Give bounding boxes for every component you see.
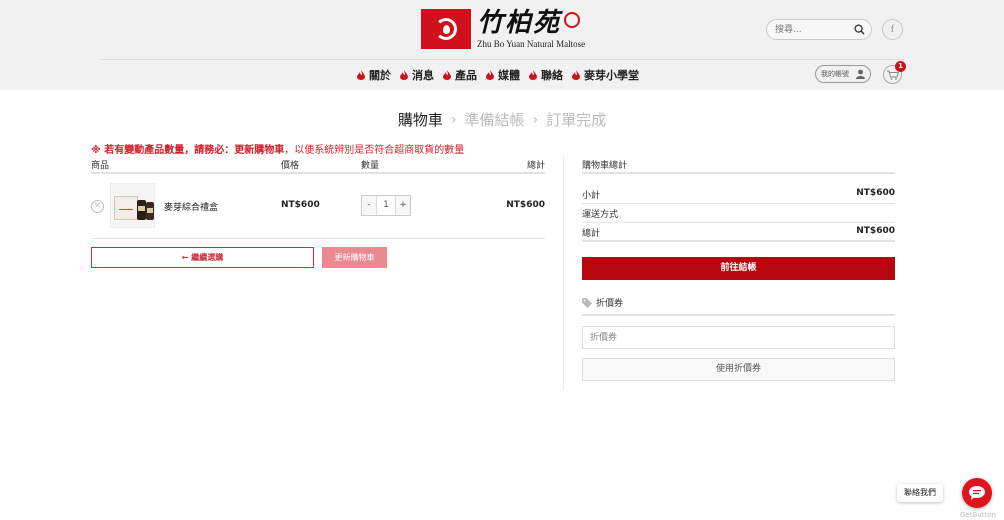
cart-totals-heading: 購物車總計 <box>582 161 628 171</box>
flame-icon <box>443 70 451 80</box>
col-header-quantity: 數量 <box>361 161 380 171</box>
cart-count-badge: 1 <box>895 61 906 72</box>
quantity-input[interactable]: 1 <box>376 196 396 215</box>
account-button[interactable]: 我的帳號 <box>815 65 871 83</box>
nav-item-media[interactable]: 媒體 <box>486 67 520 83</box>
product-subtotal: NT$600 <box>506 200 545 210</box>
quantity-notice: ※ 若有變動產品數量，請務必：更新購物車，以便系統辨別是否符合超商取貨的數量 <box>91 145 465 156</box>
logo-seal-icon <box>564 12 581 28</box>
nav-item-products[interactable]: 產品 <box>443 67 477 83</box>
nav-item-contact[interactable]: 聯絡 <box>529 67 563 83</box>
site-header: 竹柏苑 Zhu Bo Yuan Natural Maltose f 關於 消息 … <box>0 0 1004 90</box>
step-checkout[interactable]: 準備結帳 <box>464 111 524 129</box>
powered-by-link[interactable]: GetButton <box>960 511 996 519</box>
totals-row-divider <box>582 240 895 242</box>
header-divider <box>100 59 904 60</box>
chat-bubble-icon <box>969 486 985 500</box>
col-header-total: 總計 <box>526 161 545 171</box>
product-price: NT$600 <box>281 200 320 210</box>
step-complete: 訂單完成 <box>546 111 607 129</box>
totals-row-divider <box>582 203 895 204</box>
flame-icon <box>529 70 537 80</box>
apply-coupon-button[interactable]: 使用折價券 <box>582 358 895 381</box>
chat-button[interactable] <box>962 478 992 508</box>
subtotal-value: NT$600 <box>856 188 895 198</box>
subtotal-label: 小計 <box>582 191 601 201</box>
column-divider <box>563 155 564 390</box>
coupon-heading: 折價券 <box>582 296 623 309</box>
totals-header-divider <box>582 172 895 174</box>
col-header-product: 商品 <box>91 161 110 171</box>
quantity-increase-button[interactable]: + <box>396 196 410 215</box>
shipping-label: 運送方式 <box>582 210 619 220</box>
flame-icon <box>572 70 580 80</box>
search-input[interactable] <box>775 23 853 37</box>
quantity-decrease-button[interactable]: - <box>362 196 376 215</box>
step-cart[interactable]: 購物車 <box>398 111 443 129</box>
quantity-stepper: - 1 + <box>361 195 411 216</box>
col-header-price: 價格 <box>281 161 300 171</box>
cart-icon <box>887 70 899 80</box>
facebook-icon[interactable]: f <box>882 19 903 40</box>
step-separator: › <box>532 111 539 128</box>
tag-icon <box>582 297 592 308</box>
flame-icon <box>486 70 494 80</box>
product-thumbnail[interactable] <box>110 183 155 228</box>
logo-name-cn: 竹柏苑 <box>477 9 585 37</box>
step-separator: › <box>450 111 457 128</box>
logo-mark-icon <box>421 9 471 49</box>
user-icon <box>856 69 865 79</box>
coupon-code-input[interactable] <box>582 326 895 349</box>
nav-item-school[interactable]: 麥芽小學堂 <box>572 67 639 83</box>
flame-icon <box>400 70 408 80</box>
search-box <box>766 19 872 40</box>
total-value: NT$600 <box>856 226 895 236</box>
search-icon[interactable] <box>854 24 865 35</box>
remove-item-button[interactable]: × <box>91 200 104 213</box>
flame-icon <box>357 70 365 80</box>
site-logo[interactable]: 竹柏苑 Zhu Bo Yuan Natural Maltose <box>421 9 585 49</box>
checkout-steps: 購物車 › 準備結帳 › 訂單完成 <box>0 109 1004 130</box>
totals-row-divider <box>582 222 895 223</box>
main-nav: 關於 消息 產品 媒體 聯絡 麥芽小學堂 <box>357 67 639 83</box>
nav-item-news[interactable]: 消息 <box>400 67 434 83</box>
coupon-divider <box>582 314 895 316</box>
nav-item-about[interactable]: 關於 <box>357 67 391 83</box>
chat-label[interactable]: 聯絡我們 <box>897 484 943 502</box>
product-name-link[interactable]: 麥芽綜合禮盒 <box>164 200 218 213</box>
table-header-divider <box>91 172 545 174</box>
table-row-divider <box>91 238 545 239</box>
total-label: 總計 <box>582 229 601 239</box>
update-cart-button[interactable]: 更新購物車 <box>322 247 387 268</box>
logo-name-en: Zhu Bo Yuan Natural Maltose <box>477 39 586 49</box>
proceed-to-checkout-button[interactable]: 前往結帳 <box>582 257 895 280</box>
continue-shopping-button[interactable]: ← 繼續選購 <box>91 247 314 268</box>
